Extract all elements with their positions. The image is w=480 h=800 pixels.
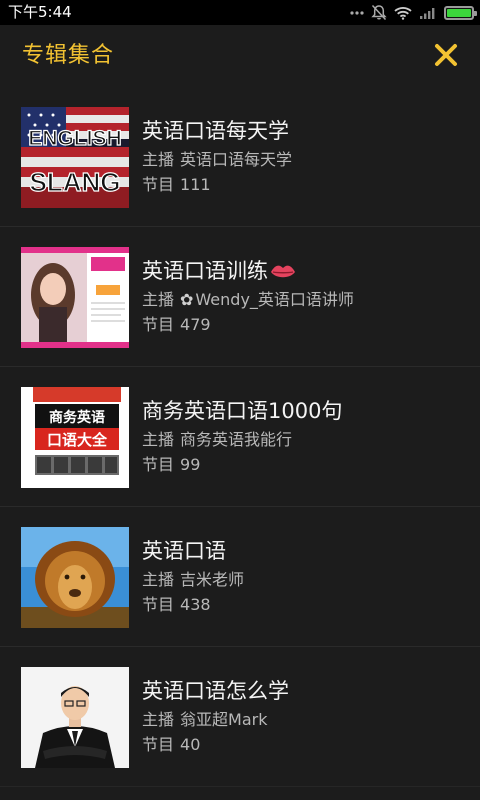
album-cover — [21, 247, 129, 348]
lips-icon — [270, 260, 296, 288]
host-name: 吉米老师 — [180, 570, 245, 589]
battery-icon — [444, 5, 477, 20]
status-time: 下午5:44 — [8, 3, 72, 21]
count-prefix: 节目 — [142, 735, 175, 754]
count-prefix: 节目 — [142, 315, 175, 334]
page-title: 专辑集合 — [22, 43, 115, 68]
album-host: 主播 商务英语我能行 — [142, 429, 292, 451]
business-english-book-cover: 商务英语 口语大全 — [21, 387, 129, 488]
album-host: 主播 吉米老师 — [142, 569, 244, 591]
close-icon — [435, 44, 457, 66]
signal-dots-icon — [350, 10, 364, 16]
count-value: 40 — [180, 735, 201, 754]
album-item[interactable]: 英语口语训练 主播 ✿ Wendy_英语口语讲师 节目 479 — [0, 227, 480, 367]
album-episode-count: 节目 438 — [142, 594, 211, 616]
album-host: 主播 英语口语每天学 — [142, 149, 292, 171]
battery-level-fill — [447, 8, 471, 17]
host-prefix: 主播 — [142, 710, 175, 729]
app-screen: 下午5:44 专辑集合 ENGLISH SLANG 英语口语每天学 主播 英语口… — [0, 0, 480, 800]
count-value: 111 — [180, 175, 211, 194]
album-cover: 商务英语 口语大全 — [21, 387, 129, 488]
album-episode-count: 节目 99 — [142, 454, 200, 476]
count-prefix: 节目 — [142, 595, 175, 614]
count-prefix: 节目 — [142, 455, 175, 474]
album-host: 主播 翁亚超Mark — [142, 709, 267, 731]
host-prefix: 主播 — [142, 150, 175, 169]
host-prefix: 主播 — [142, 570, 175, 589]
host-name: 商务英语我能行 — [180, 430, 293, 449]
count-value: 438 — [180, 595, 211, 614]
count-value: 99 — [180, 455, 201, 474]
album-cover: ENGLISH SLANG — [21, 107, 129, 208]
status-icons — [350, 0, 477, 25]
host-prefix: 主播 — [142, 290, 175, 309]
count-value: 479 — [180, 315, 211, 334]
album-item[interactable]: 英语口语怎么学 主播 翁亚超Mark 节目 40 — [0, 647, 480, 787]
host-prefix: 主播 — [142, 430, 175, 449]
english-slang-flag-cover: ENGLISH SLANG — [21, 107, 129, 208]
album-item[interactable]: ENGLISH SLANG 英语口语每天学 主播 英语口语每天学 节目 111 — [0, 87, 480, 227]
status-bar: 下午5:44 — [0, 0, 480, 25]
flower-icon: ✿ — [180, 290, 194, 309]
svg-text:商务英语: 商务英语 — [49, 409, 105, 426]
album-cover — [21, 527, 129, 628]
album-episode-count: 节目 111 — [142, 174, 211, 196]
host-name: Wendy_英语口语讲师 — [195, 290, 354, 309]
svg-text:口语大全: 口语大全 — [47, 431, 108, 449]
close-button[interactable] — [430, 39, 462, 71]
girl-portrait-cover — [21, 247, 129, 348]
album-item[interactable]: 商务英语 口语大全 商务英语口语1000句 主播 商务英语我能行 节目 99 — [0, 367, 480, 507]
album-title: 英语口语每天学 — [142, 119, 289, 143]
album-episode-count: 节目 479 — [142, 314, 211, 336]
album-episode-count: 节目 40 — [142, 734, 200, 756]
lion-cover — [21, 527, 129, 628]
album-title: 英语口语怎么学 — [142, 679, 289, 703]
album-title: 英语口语训练 — [142, 257, 296, 288]
count-prefix: 节目 — [142, 175, 175, 194]
svg-text:SLANG: SLANG — [30, 167, 121, 197]
dialog-header: 专辑集合 — [0, 25, 480, 87]
album-item[interactable]: 英语口语 主播 吉米老师 节目 438 — [0, 507, 480, 647]
album-title-text: 英语口语训练 — [142, 259, 268, 283]
cell-signal-icon — [419, 6, 437, 20]
host-name: 英语口语每天学 — [180, 150, 293, 169]
mute-bell-icon — [371, 4, 387, 21]
man-in-suit-cover — [21, 667, 129, 768]
album-title: 商务英语口语1000句 — [142, 399, 343, 423]
wifi-icon — [394, 6, 412, 20]
album-list: ENGLISH SLANG 英语口语每天学 主播英语口语每天学 节目111 — [0, 87, 480, 787]
album-title: 英语口语 — [142, 539, 226, 563]
album-host: 主播 ✿ Wendy_英语口语讲师 — [142, 289, 354, 311]
svg-text:ENGLISH: ENGLISH — [28, 127, 121, 150]
album-cover — [21, 667, 129, 768]
host-name: 翁亚超Mark — [180, 710, 268, 729]
